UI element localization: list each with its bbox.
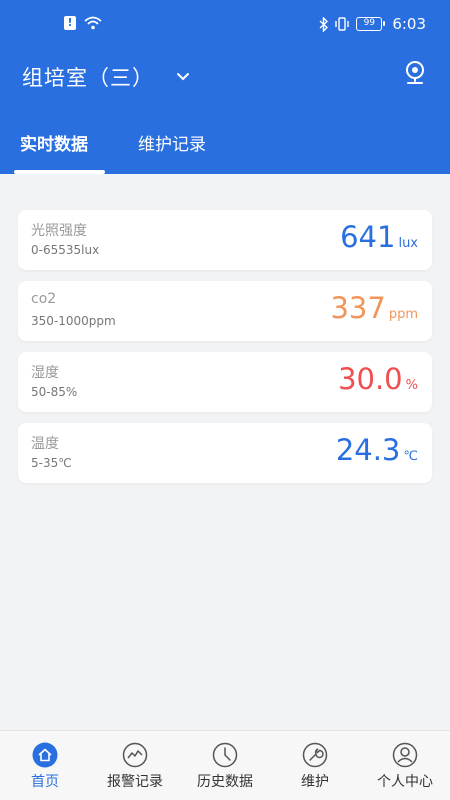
active-tab-indicator — [14, 170, 105, 174]
reading-card-co2[interactable]: co2 350-1000ppm 337 ppm — [18, 281, 432, 341]
reading-value: 641 — [340, 220, 396, 254]
reading-name: 湿度 — [31, 365, 59, 381]
user-icon — [392, 742, 418, 768]
reading-card-temperature[interactable]: 温度 5-35℃ 24.3 ℃ — [18, 423, 432, 483]
nav-label: 维护 — [301, 774, 329, 790]
status-bar: ! 99 6:03 — [0, 0, 450, 50]
reading-value-group: 24.3 ℃ — [336, 433, 418, 467]
reading-value-group: 641 lux — [340, 220, 418, 254]
battery-level: 99 — [363, 18, 376, 28]
reading-name: co2 — [31, 291, 57, 307]
status-right: 99 6:03 — [319, 15, 426, 33]
reading-unit: % — [405, 378, 418, 393]
nav-label: 首页 — [31, 774, 59, 790]
home-icon — [32, 742, 58, 768]
reading-card-light[interactable]: 光照强度 0-65535lux 641 lux — [18, 210, 432, 270]
camera-icon[interactable] — [404, 60, 426, 86]
bluetooth-icon — [319, 16, 329, 32]
wifi-icon — [84, 16, 102, 30]
clock-icon — [212, 742, 238, 768]
reading-value-group: 337 ppm — [330, 291, 418, 325]
wrench-icon — [302, 742, 328, 768]
reading-range: 0-65535lux — [31, 243, 100, 257]
notification-icon: ! — [64, 16, 76, 30]
reading-value-group: 30.0 % — [338, 362, 418, 396]
tab-bar: 实时数据 维护记录 — [0, 120, 450, 174]
status-time: 6:03 — [392, 15, 426, 33]
reading-name: 光照强度 — [31, 223, 87, 239]
tab-maintenance-records[interactable]: 维护记录 — [138, 130, 206, 155]
app-header: ! 99 6:03 组培室（三） 实时数据 维护记录 — [0, 0, 450, 174]
reading-unit: ppm — [388, 307, 418, 322]
reading-value: 24.3 — [335, 433, 401, 467]
reading-value: 337 — [330, 291, 386, 325]
reading-range: 5-35℃ — [31, 456, 72, 470]
reading-card-humidity[interactable]: 湿度 50-85% 30.0 % — [18, 352, 432, 412]
reading-name: 温度 — [31, 436, 59, 452]
reading-unit: ℃ — [403, 449, 418, 464]
battery-icon: 99 — [356, 17, 386, 31]
reading-unit: lux — [398, 236, 418, 251]
tab-realtime-data[interactable]: 实时数据 — [20, 130, 88, 155]
trend-alarm-icon — [122, 742, 148, 768]
reading-range: 350-1000ppm — [31, 314, 116, 328]
nav-label: 个人中心 — [377, 774, 433, 790]
nav-item-maintenance[interactable]: 维护 — [270, 731, 360, 800]
reading-value: 30.0 — [338, 362, 403, 396]
nav-item-profile[interactable]: 个人中心 — [360, 731, 450, 800]
page-title: 组培室（三） — [22, 66, 154, 90]
bottom-nav: 首页 报警记录 历史数据 维护 个人中心 — [0, 730, 450, 800]
nav-item-home[interactable]: 首页 — [0, 731, 90, 800]
status-left: ! — [64, 16, 102, 30]
room-selector[interactable]: 组培室（三） — [22, 62, 190, 92]
vibrate-icon — [335, 17, 350, 31]
nav-item-history-data[interactable]: 历史数据 — [180, 731, 270, 800]
nav-label: 报警记录 — [107, 774, 163, 790]
reading-range: 50-85% — [31, 385, 78, 399]
nav-label: 历史数据 — [197, 774, 253, 790]
nav-item-alarm-records[interactable]: 报警记录 — [90, 731, 180, 800]
chevron-down-icon — [177, 73, 189, 81]
